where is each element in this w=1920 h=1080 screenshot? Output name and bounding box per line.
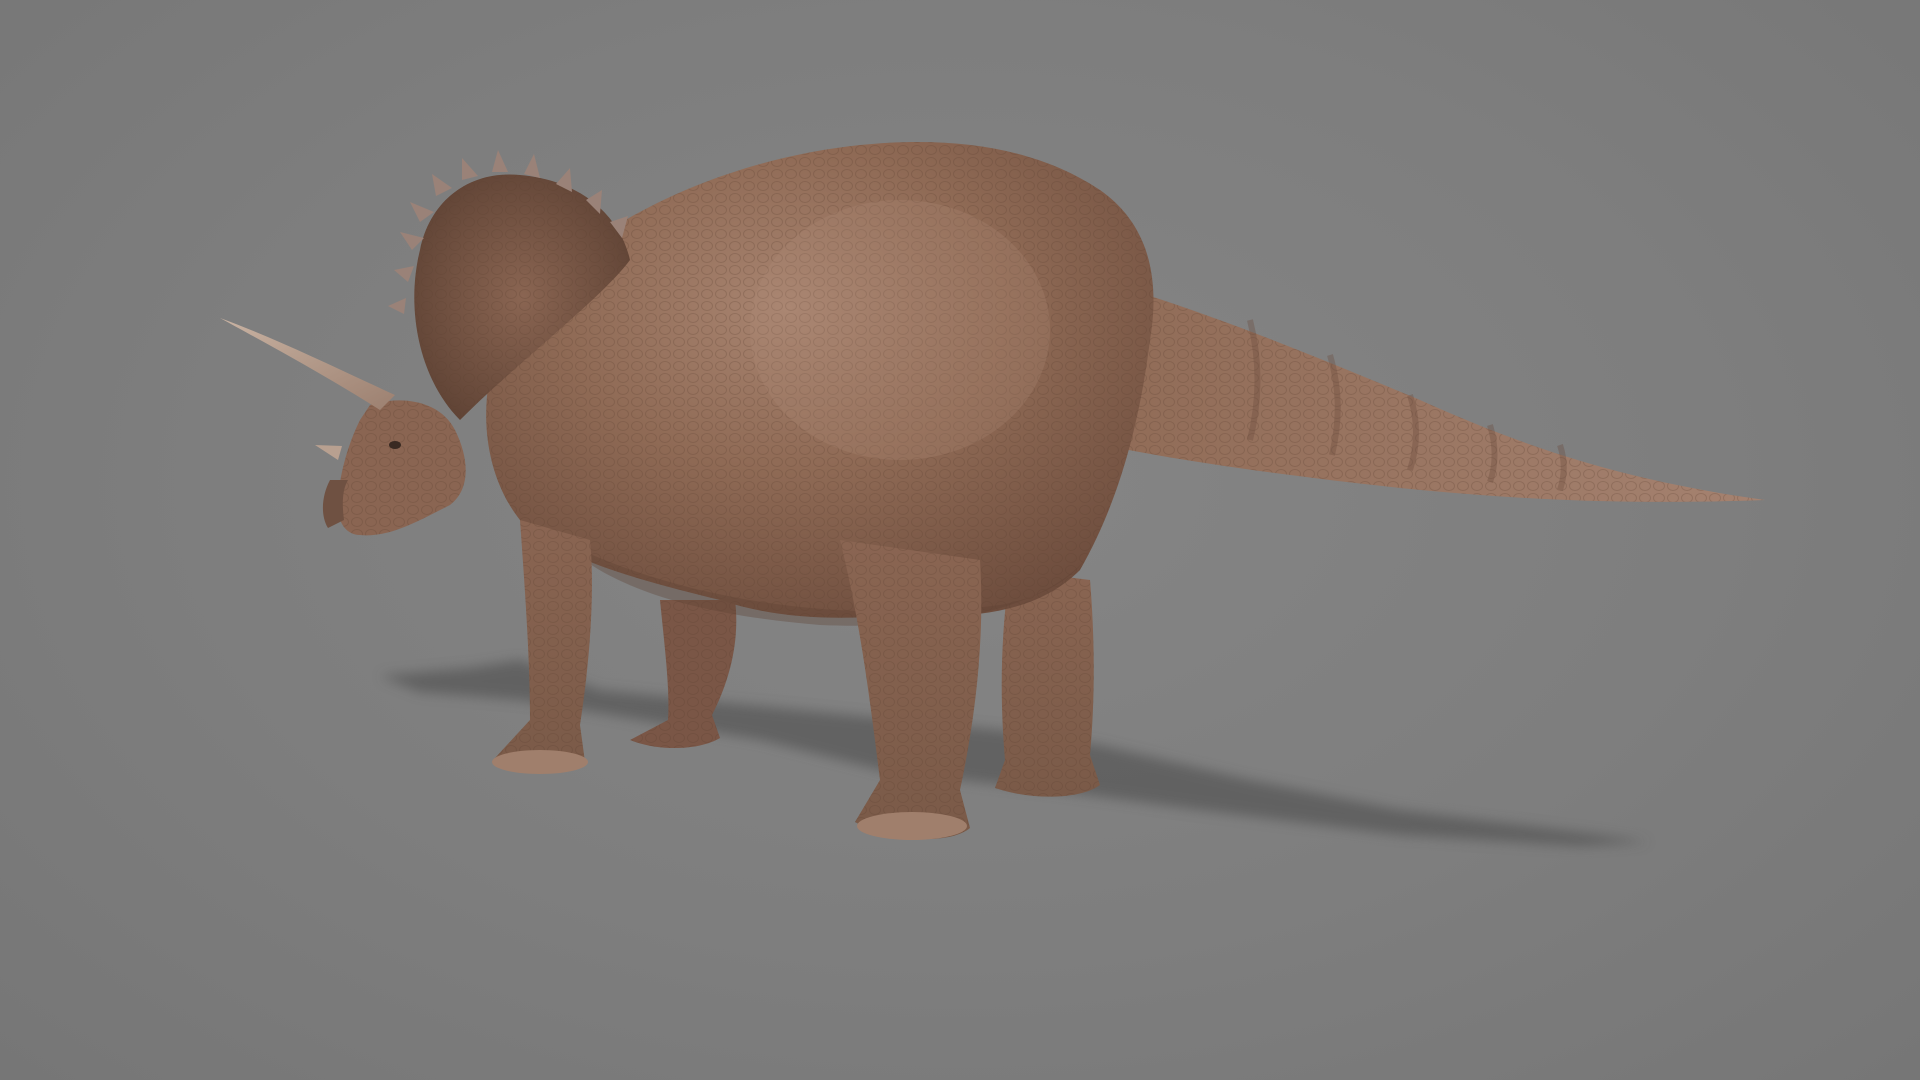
triceratops-tail [1060, 270, 1765, 502]
nose-horn [315, 445, 342, 460]
scene-canvas [220, 142, 1765, 846]
near-hind-leg [840, 540, 982, 840]
eye [389, 441, 401, 449]
brow-horn [220, 318, 395, 410]
near-front-leg [492, 520, 592, 774]
render-viewport [0, 0, 1920, 1080]
